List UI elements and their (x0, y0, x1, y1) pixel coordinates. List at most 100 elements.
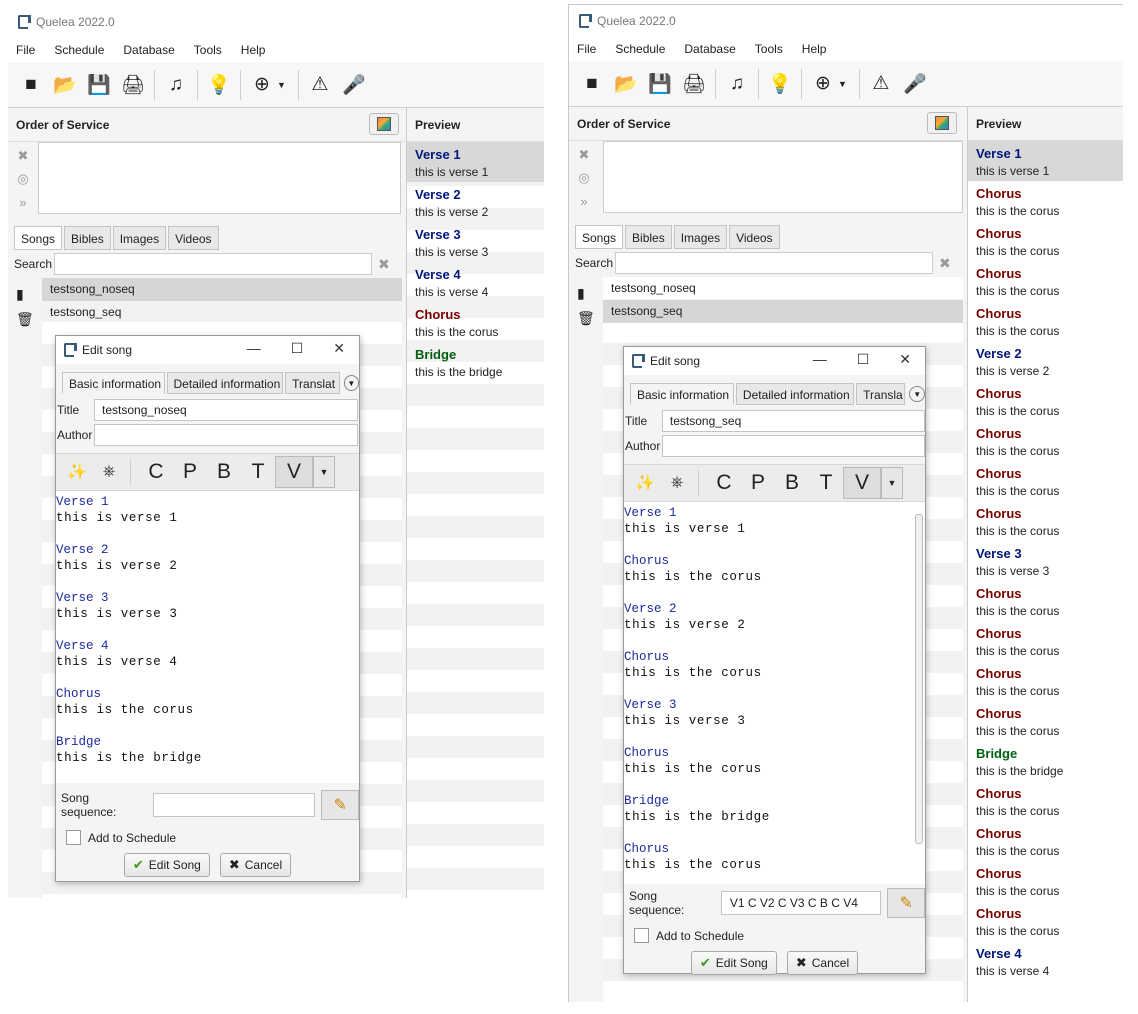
preview-slide[interactable]: Chorus this is the corus (968, 461, 1123, 501)
bridge-button[interactable]: B (775, 471, 809, 495)
preview-slide[interactable]: Chorus this is the corus (968, 581, 1123, 621)
tab-basic-information[interactable]: Basic information (630, 383, 734, 405)
mic-icon[interactable]: 🎤 (341, 72, 367, 98)
new-song-icon[interactable]: ▮ (577, 285, 597, 302)
song-sequence-input[interactable] (152, 793, 316, 817)
verse-button[interactable]: V (843, 467, 881, 499)
magic-wand-icon[interactable]: ✨ (66, 461, 88, 483)
title-input[interactable]: testsong_seq (661, 409, 925, 432)
tab-basic-information[interactable]: Basic information (62, 372, 165, 394)
edit-song-button[interactable]: ✔ Edit Song (690, 951, 777, 975)
lyrics-scrollbar[interactable] (915, 514, 923, 844)
order-of-service-list[interactable] (603, 141, 963, 213)
chevron-down-icon[interactable]: ▼ (313, 456, 335, 488)
tab-songs[interactable]: Songs (575, 225, 624, 249)
edit-song-button[interactable]: ✔ Edit Song (123, 853, 210, 877)
chevron-down-icon[interactable]: ▼ (343, 375, 360, 391)
preview-slide[interactable]: Verse 1 this is verse 1 (407, 142, 544, 182)
preview-slide[interactable]: Verse 3 this is verse 3 (968, 541, 1123, 581)
open-icon[interactable]: 📂 (613, 71, 639, 97)
song-sequence-input[interactable]: V1 C V2 C V3 C B C V4 (720, 891, 882, 915)
print-icon[interactable]: 🖨 (120, 72, 146, 98)
search-input[interactable] (615, 252, 933, 274)
menu-database[interactable]: Database (684, 42, 735, 56)
menu-tools[interactable]: Tools (755, 42, 783, 56)
title-input[interactable]: testsong_noseq (94, 398, 358, 421)
cancel-button[interactable]: ✖ Cancel (219, 853, 292, 877)
search-input[interactable] (54, 253, 372, 275)
bridge-button[interactable]: B (207, 460, 241, 484)
song-icon[interactable]: ♫ (163, 72, 189, 98)
preview-slide[interactable]: Chorus this is the corus (968, 821, 1123, 861)
song-icon[interactable]: ♫ (724, 71, 750, 97)
clear-search-icon[interactable]: ✖ (378, 256, 390, 273)
chorus-button[interactable]: C (139, 460, 173, 484)
tab-translations[interactable]: Transla (856, 383, 906, 405)
preview-slide[interactable]: Chorus this is the corus (968, 221, 1123, 261)
trash-icon[interactable]: 🗑 (16, 311, 36, 328)
tab-songs[interactable]: Songs (14, 226, 63, 250)
chevron-down-icon[interactable]: ▼ (838, 79, 847, 89)
preview-slide[interactable]: Chorus this is the corus (968, 781, 1123, 821)
bulb-icon[interactable]: 💡 (767, 71, 793, 97)
go-live-icon[interactable]: » (580, 194, 587, 209)
author-input[interactable] (661, 434, 925, 457)
add-icon[interactable]: ⊕ (810, 71, 836, 97)
mic-icon[interactable]: 🎤 (902, 71, 928, 97)
lyrics-editor[interactable]: Verse 1 this is verse 1 Chorus this is the … (624, 502, 925, 884)
chorus-button[interactable]: C (707, 471, 741, 495)
chevron-down-icon[interactable]: ▼ (277, 80, 286, 90)
clear-search-icon[interactable]: ✖ (939, 255, 951, 272)
print-icon[interactable]: 🖨 (681, 71, 707, 97)
list-item[interactable]: testsong_noseq (42, 278, 402, 301)
preview-slide[interactable]: Verse 2 this is verse 2 (407, 182, 544, 222)
preview-slide[interactable]: Verse 4 this is verse 4 (407, 262, 544, 302)
list-item[interactable]: testsong_noseq (603, 277, 963, 300)
new-icon[interactable]: ■ (18, 72, 44, 98)
tab-videos[interactable]: Videos (168, 226, 219, 250)
close-icon[interactable]: ✕ (899, 351, 911, 368)
pencil-icon[interactable]: ✎ (887, 888, 925, 918)
pencil-icon[interactable]: ✎ (321, 790, 359, 820)
list-item[interactable]: testsong_seq (42, 301, 402, 324)
preview-slide[interactable]: Chorus this is the corus (968, 301, 1123, 341)
open-icon[interactable]: 📂 (52, 72, 78, 98)
menu-help[interactable]: Help (241, 43, 266, 57)
preview-slide[interactable]: Verse 2 this is verse 2 (968, 341, 1123, 381)
tag-button[interactable]: T (241, 460, 275, 484)
tab-images[interactable]: Images (673, 225, 728, 249)
preview-slide[interactable]: Bridge this is the bridge (407, 342, 544, 382)
warning-icon[interactable]: ⚠ (307, 72, 333, 98)
lyrics-editor[interactable]: Verse 1 this is verse 1 Verse 2 this is ver… (56, 491, 359, 783)
preview-slide[interactable]: Chorus this is the corus (968, 421, 1123, 461)
menu-schedule[interactable]: Schedule (615, 42, 665, 56)
save-icon[interactable]: 💾 (647, 71, 673, 97)
author-input[interactable] (94, 423, 358, 446)
menu-file[interactable]: File (16, 43, 35, 57)
magic-wand-icon[interactable]: ✨ (634, 472, 656, 494)
menu-tools[interactable]: Tools (194, 43, 222, 57)
preview-slide[interactable]: Chorus this is the corus (968, 381, 1123, 421)
minimize-icon[interactable]: — (813, 351, 827, 368)
new-song-icon[interactable]: ▮ (16, 286, 36, 303)
menu-database[interactable]: Database (123, 43, 174, 57)
new-icon[interactable]: ■ (579, 71, 605, 97)
menu-file[interactable]: File (577, 42, 596, 56)
add-to-schedule-checkbox[interactable] (634, 928, 649, 943)
preview-slide[interactable]: Verse 4 this is verse 4 (968, 941, 1123, 981)
cancel-button[interactable]: ✖ Cancel (786, 951, 859, 975)
up-icon[interactable]: ◎ (17, 171, 28, 187)
warning-icon[interactable]: ⚠ (868, 71, 894, 97)
prechorus-button[interactable]: P (173, 460, 207, 484)
spellcheck-icon[interactable]: ⎈ (98, 461, 120, 483)
tab-detailed-information[interactable]: Detailed information (166, 372, 284, 394)
prechorus-button[interactable]: P (741, 471, 775, 495)
chevron-down-icon[interactable]: ▼ (881, 467, 903, 499)
preview-slide[interactable]: Chorus this is the corus (968, 901, 1123, 941)
maximize-icon[interactable]: ☐ (857, 351, 870, 368)
up-icon[interactable]: ◎ (578, 170, 589, 186)
preview-slide[interactable]: Bridge this is the bridge (968, 741, 1123, 781)
add-icon[interactable]: ⊕ (249, 72, 275, 98)
maximize-icon[interactable]: ☐ (291, 340, 304, 357)
theme-button[interactable] (927, 112, 957, 134)
